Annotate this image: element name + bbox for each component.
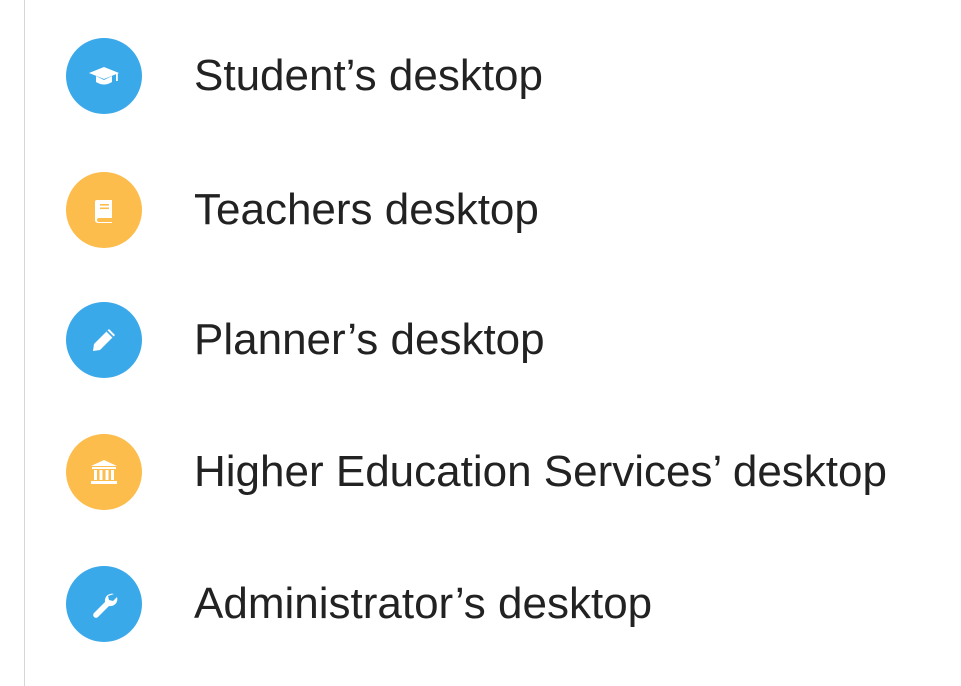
wrench-icon	[66, 566, 142, 642]
menu-item-administrator-desktop[interactable]: Administrator’s desktop	[66, 564, 652, 644]
menu-item-label: Student’s desktop	[194, 51, 543, 100]
menu-item-label: Planner’s desktop	[194, 315, 545, 364]
graduation-cap-icon	[66, 38, 142, 114]
pencil-icon	[66, 302, 142, 378]
menu-item-label: Administrator’s desktop	[194, 579, 653, 628]
menu-item-teachers-desktop[interactable]: Teachers desktop	[66, 170, 539, 250]
menu-item-label: Teachers desktop	[194, 185, 539, 234]
menu-item-planner-desktop[interactable]: Planner’s desktop	[66, 300, 545, 380]
institution-icon	[66, 434, 142, 510]
desktop-menu: Student’s desktop Teachers desktop Plann…	[0, 0, 961, 686]
menu-item-student-desktop[interactable]: Student’s desktop	[66, 36, 543, 116]
book-icon	[66, 172, 142, 248]
menu-item-higher-education-services-desktop[interactable]: Higher Education Services’ desktop	[66, 432, 887, 512]
menu-item-label: Higher Education Services’ desktop	[194, 447, 887, 496]
